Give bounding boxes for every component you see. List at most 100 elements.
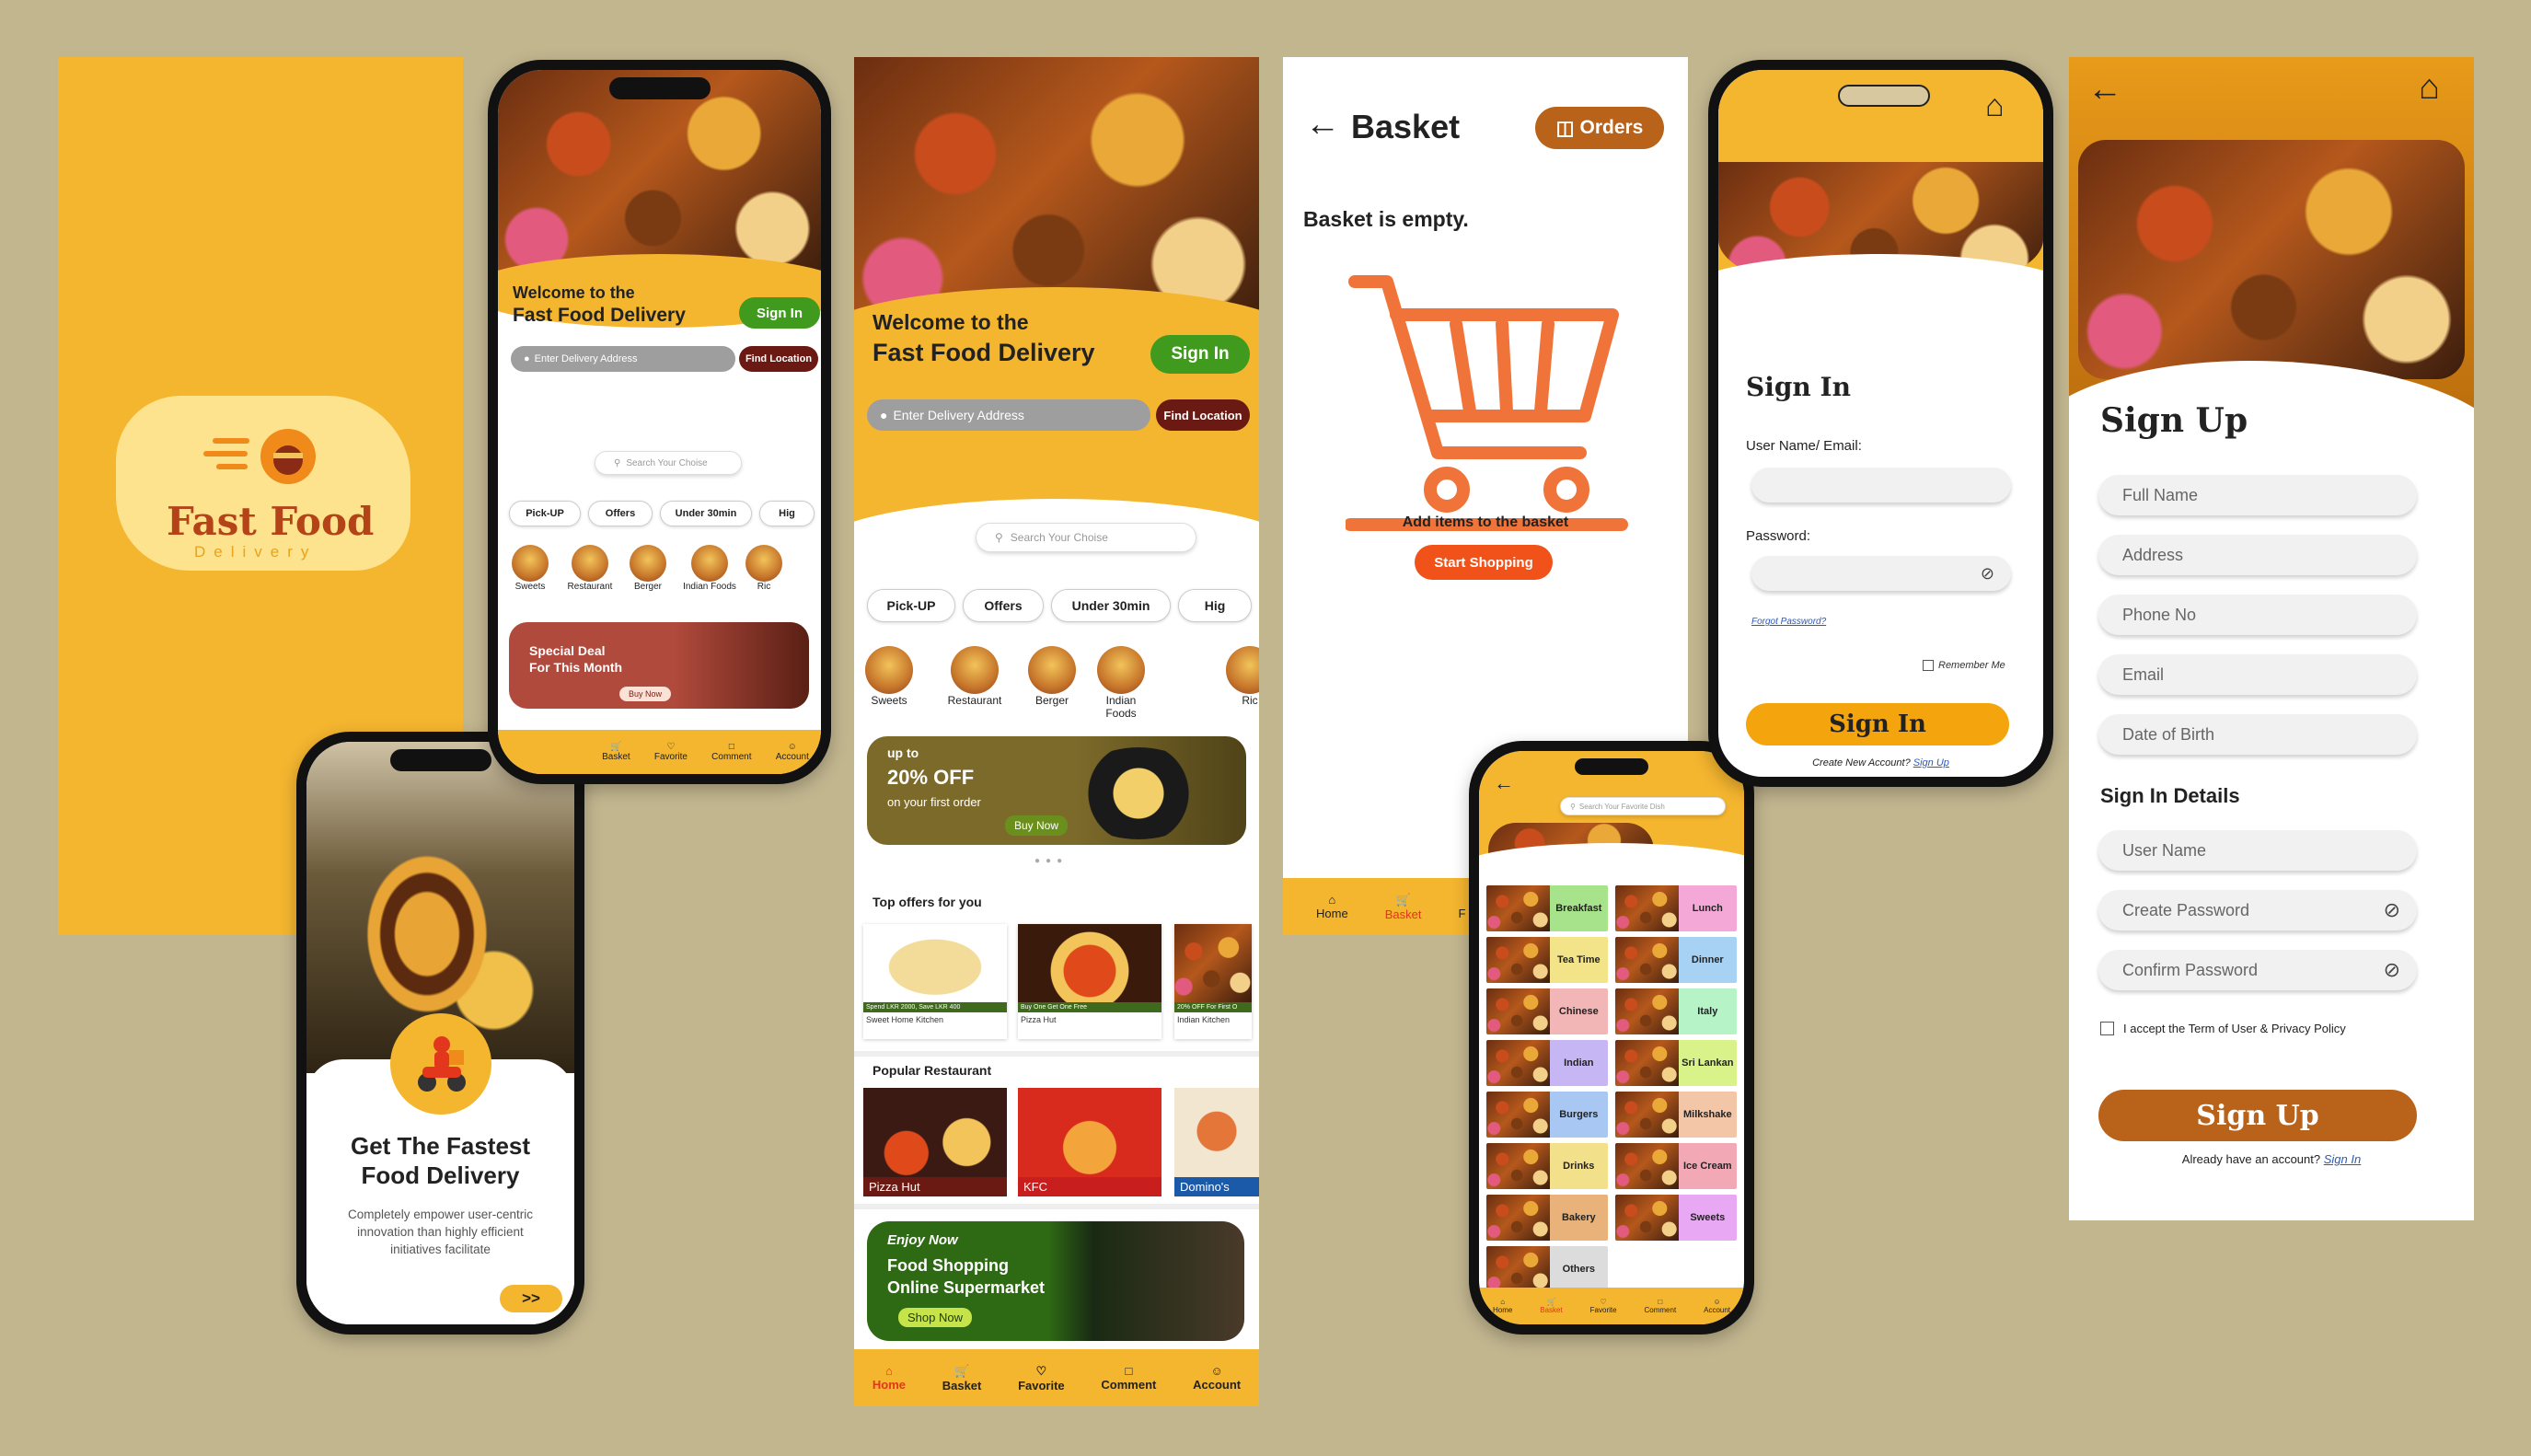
nav-comment[interactable]: □ Comment [1645,1298,1677,1314]
next-button[interactable]: >> [500,1285,562,1312]
nav-basket[interactable]: 🛒 Basket [602,742,630,762]
nav-comment[interactable]: □ Comment [711,742,751,762]
category-indian[interactable]: Indian Foods [1093,646,1149,720]
full-name-input[interactable]: Full Name [2098,475,2417,515]
category-tile[interactable]: Sri Lankan [1615,1040,1737,1086]
nav-basket[interactable]: 🛒 Basket [1540,1298,1562,1314]
forgot-password-link[interactable]: Forgot Password? [1751,617,1826,627]
category-tile[interactable]: Dinner [1615,937,1737,983]
chip-offers[interactable]: Offers [963,589,1044,622]
category-restaurant[interactable]: Restaurant [942,646,1007,707]
category-rice[interactable]: Ric [739,545,789,592]
sign-up-button[interactable]: Sign Up [2098,1090,2417,1141]
supermarket-banner[interactable]: Enjoy Now Food Shopping Online Supermarke… [867,1221,1244,1341]
category-tile[interactable]: Italy [1615,988,1737,1034]
restaurant-card[interactable]: Pizza Hut [863,1088,1007,1196]
category-berger[interactable]: Berger [1020,646,1084,707]
phone-input[interactable]: Phone No [2098,595,2417,635]
eye-slash-icon[interactable]: ⊘ [1981,564,1994,584]
username-input[interactable]: User Name [2098,830,2417,871]
find-location-button[interactable]: Find Location [739,346,818,372]
search-input[interactable]: ⚲ Search Your Choise [595,451,742,475]
back-arrow-icon[interactable]: ← [2087,70,2122,110]
promo-banner[interactable]: up to 20% OFF on your first order Buy No… [867,736,1246,845]
start-shopping-button[interactable]: Start Shopping [1415,545,1553,580]
nav-favorite[interactable]: ♡ Favorite [1590,1298,1617,1314]
restaurant-card[interactable]: Domino's [1174,1088,1259,1196]
confirm-password-input[interactable]: Confirm Password ⊘ [2098,950,2417,990]
address-input[interactable]: Address [2098,535,2417,575]
orders-button[interactable]: ◫ Orders [1535,107,1664,149]
create-password-input[interactable]: Create Password ⊘ [2098,890,2417,930]
chip-pickup[interactable]: Pick-UP [509,501,581,526]
nav-account[interactable]: ☺ Account [776,742,809,762]
delivery-address-input[interactable]: ● Enter Delivery Address [867,399,1150,431]
nav-basket[interactable]: 🛒 Basket [942,1364,982,1392]
dob-input[interactable]: Date of Birth [2098,714,2417,755]
terms-checkbox-row[interactable]: I accept the Term of User & Privacy Poli… [2100,1022,2346,1035]
buy-now-button[interactable]: Buy Now [1005,815,1069,836]
sign-in-button[interactable]: Sign In [1746,703,2009,745]
back-arrow-icon[interactable]: ← [1305,105,1340,144]
offer-card[interactable]: 20% OFF For First O Indian Kitchen [1174,924,1252,1039]
shop-now-button[interactable]: Shop Now [898,1308,972,1327]
nav-account[interactable]: ☺ Account [1193,1364,1241,1392]
nav-favorite[interactable]: ♡ Favorite [654,742,688,762]
nav-favorite[interactable]: F [1458,893,1465,920]
sign-in-button[interactable]: Sign In [739,297,820,329]
offer-card[interactable]: Buy One Get One Free Pizza Hut [1018,924,1161,1039]
remember-me[interactable]: Remember Me [1923,660,2005,671]
sign-in-link[interactable]: Sign In [2324,1152,2361,1166]
category-tile[interactable]: Indian [1486,1040,1608,1086]
category-tile[interactable]: Others [1486,1246,1608,1292]
find-location-button[interactable]: Find Location [1156,399,1250,431]
search-input[interactable]: ⚲ Search Your Choise [976,523,1196,552]
category-tile[interactable]: Burgers [1486,1092,1608,1138]
username-input[interactable] [1751,468,2011,503]
remember-checkbox[interactable] [1923,660,1934,671]
category-restaurant[interactable]: Restaurant [561,545,619,592]
category-tile[interactable]: Breakfast [1486,885,1608,931]
chip-high[interactable]: Hig [1178,589,1252,622]
eye-slash-icon[interactable]: ⊘ [2384,958,2400,982]
sign-up-link[interactable]: Sign Up [1913,757,1949,768]
chip-under-30[interactable]: Under 30min [1051,589,1171,622]
eye-slash-icon[interactable]: ⊘ [2384,898,2400,922]
nav-comment[interactable]: □ Comment [1101,1364,1156,1392]
category-tile[interactable]: Bakery [1486,1195,1608,1241]
home-icon[interactable]: ⌂ [2419,68,2440,108]
nav-basket[interactable]: 🛒 Basket [1385,893,1422,921]
buy-now-button[interactable]: Buy Now [619,687,672,701]
nav-favorite[interactable]: ♡ Favorite [1018,1364,1065,1392]
category-berger[interactable]: Berger [623,545,673,592]
home-icon[interactable]: ⌂ [1985,88,2005,124]
chip-under-30[interactable]: Under 30min [660,501,752,526]
category-tile[interactable]: Drinks [1486,1143,1608,1189]
chip-offers[interactable]: Offers [588,501,653,526]
category-tile[interactable]: Ice Cream [1615,1143,1737,1189]
password-input[interactable]: ⊘ [1751,556,2011,591]
category-tile[interactable]: Sweets [1615,1195,1737,1241]
category-rice[interactable]: Ric [1222,646,1259,707]
offer-card[interactable]: Spend LKR 2000, Save LKR 400 Sweet Home … [863,924,1007,1039]
category-tile[interactable]: Milkshake [1615,1092,1737,1138]
category-sweets[interactable]: Sweets [861,646,917,707]
special-deal-banner[interactable]: Special Deal For This Month Buy Now [509,622,809,709]
nav-home[interactable]: ⌂ Home [1316,893,1348,920]
category-sweets[interactable]: Sweets [505,545,555,592]
chip-pickup[interactable]: Pick-UP [867,589,955,622]
nav-account[interactable]: ☺ Account [1704,1298,1730,1314]
category-indian[interactable]: Indian Foods [680,545,739,592]
category-tile[interactable]: Lunch [1615,885,1737,931]
nav-home[interactable]: ⌂ Home [873,1364,906,1392]
category-tile[interactable]: Chinese [1486,988,1608,1034]
email-input[interactable]: Email [2098,654,2417,695]
nav-home[interactable]: ⌂ Home [1493,1298,1512,1314]
chip-high[interactable]: Hig [759,501,815,526]
home-icon: ⌂ [1328,893,1336,907]
delivery-address-input[interactable]: ● Enter Delivery Address [511,346,735,372]
terms-checkbox[interactable] [2100,1022,2114,1035]
category-tile[interactable]: Tea Time [1486,937,1608,983]
sign-in-button[interactable]: Sign In [1150,335,1250,374]
restaurant-card[interactable]: KFC [1018,1088,1161,1196]
